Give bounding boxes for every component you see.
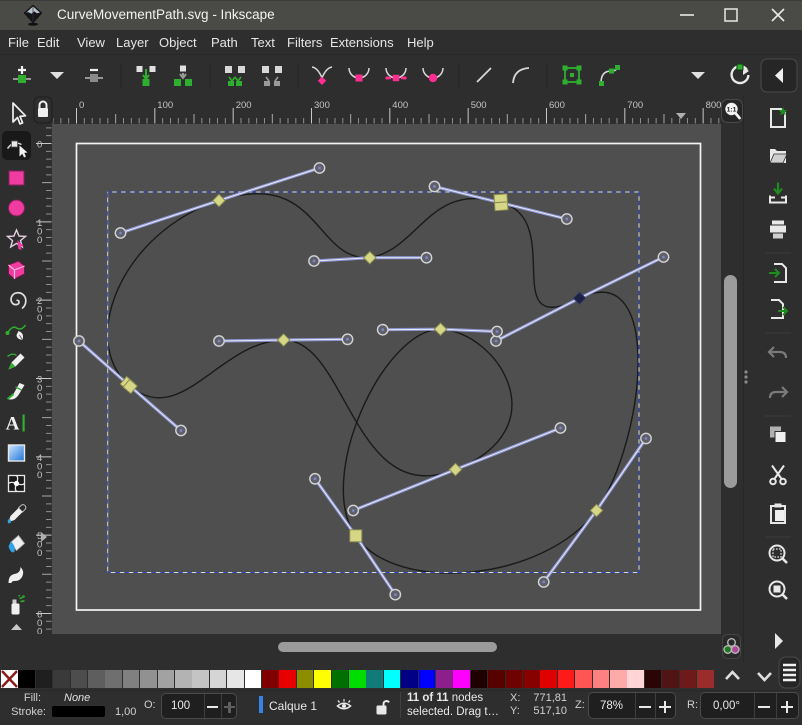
svg-text:1:1: 1:1 [727,106,737,113]
svg-text:500: 500 [471,100,487,111]
svg-text:600: 600 [549,100,565,111]
svg-text:0: 0 [37,140,42,151]
svg-text:200: 200 [236,100,252,111]
svg-text:0: 0 [37,392,42,403]
svg-text:0: 0 [79,100,84,111]
svg-text:0: 0 [37,313,42,324]
svg-text:700: 700 [627,100,643,111]
svg-text:A: A [6,414,20,435]
svg-text:0: 0 [37,235,42,246]
svg-text:300: 300 [314,100,330,111]
svg-text:100: 100 [157,100,173,111]
svg-text:800: 800 [706,100,721,111]
svg-text:400: 400 [392,100,408,111]
svg-text:0: 0 [37,548,42,559]
svg-text:0: 0 [37,470,42,481]
svg-text:0: 0 [37,627,42,635]
